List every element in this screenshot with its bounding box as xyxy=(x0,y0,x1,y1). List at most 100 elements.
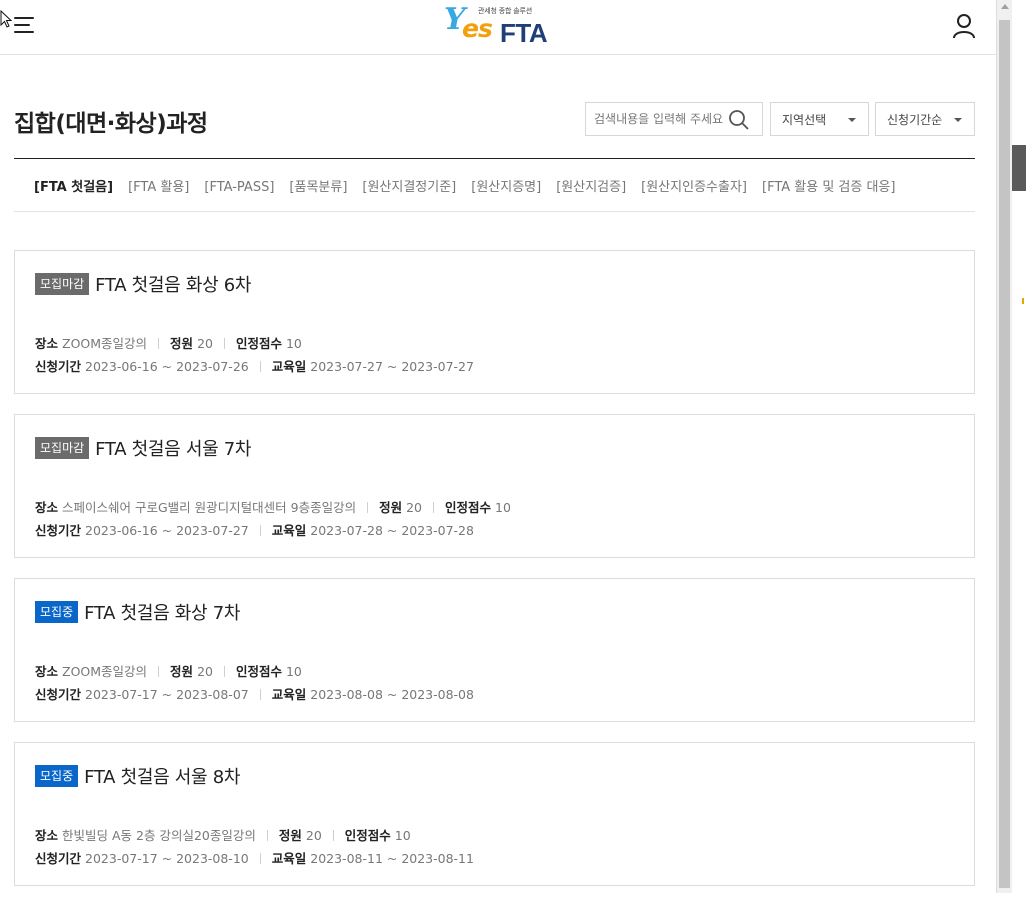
separator xyxy=(158,338,160,349)
points-value: 10 xyxy=(285,664,302,679)
capacity-label: 정원 xyxy=(170,336,194,351)
tab-0[interactable]: [FTA 첫걸음] xyxy=(34,176,113,195)
status-badge: 모집마감 xyxy=(35,437,90,459)
site-header: 관세청 종합 솔루션 Y es FTA xyxy=(0,0,996,55)
course-title[interactable]: FTA 첫걸음 화상 7차 xyxy=(84,599,240,625)
tab-3[interactable]: [품목분류] xyxy=(289,176,347,195)
edu-date-value: 2023-07-28 ~ 2023-07-28 xyxy=(310,523,474,538)
separator xyxy=(433,502,434,513)
points-label: 인정점수 xyxy=(235,664,282,679)
separator xyxy=(158,666,160,677)
separator xyxy=(259,689,261,700)
logo-es: es xyxy=(462,14,493,43)
tab-1[interactable]: [FTA 활용] xyxy=(128,176,189,195)
points-label: 인정점수 xyxy=(235,336,282,351)
course-card[interactable]: 모집마감 FTA 첫걸음 화상 6차 장소 ZOOM종일강의 정원 20 인정점수 10 신청기… xyxy=(14,250,975,394)
background-window-edge xyxy=(1012,0,1026,893)
edu-date-value: 2023-07-27 ~ 2023-07-27 xyxy=(310,359,474,374)
capacity-label: 정원 xyxy=(278,828,302,843)
region-select[interactable]: 지역선택 xyxy=(770,102,869,136)
apply-period-label: 신청기간 xyxy=(35,359,82,374)
search-icon[interactable] xyxy=(728,109,750,131)
points-value: 10 xyxy=(495,500,511,515)
capacity-label: 정원 xyxy=(379,500,403,515)
points-value: 10 xyxy=(285,336,302,351)
separator xyxy=(259,525,261,536)
apply-period-value: 2023-06-16 ~ 2023-07-26 xyxy=(85,359,249,374)
scroll-up-arrow-icon[interactable] xyxy=(1001,4,1009,9)
yesfta-logo[interactable]: 관세청 종합 솔루션 Y es FTA xyxy=(444,2,548,48)
sort-select[interactable]: 신청기간순 xyxy=(875,102,975,136)
scrollbar-thumb[interactable] xyxy=(999,20,1010,888)
capacity-value: 20 xyxy=(197,664,213,679)
course-card[interactable]: 모집중 FTA 첫걸음 화상 7차장소 ZOOM종일강의 정원 20 인정점수 10 신청기간… xyxy=(14,578,975,722)
search-box xyxy=(585,102,763,136)
edu-date-value: 2023-08-11 ~ 2023-08-11 xyxy=(310,851,474,866)
user-icon[interactable] xyxy=(950,12,978,40)
tab-2[interactable]: [FTA-PASS] xyxy=(204,180,274,195)
search-input[interactable] xyxy=(594,110,724,128)
course-card[interactable]: 모집마감 FTA 첫걸음 서울 7차장소 스페이스쉐어 구로G밸리 원광디지털대센터… xyxy=(14,414,975,558)
points-label: 인정점수 xyxy=(445,500,492,515)
separator xyxy=(259,853,261,864)
edu-date-label: 교육일 xyxy=(271,523,307,538)
apply-period-value: 2023-07-17 ~ 2023-08-10 xyxy=(85,851,249,866)
course-card[interactable]: 모집중 FTA 첫걸음 서울 8차장소 한빛빌딩 A동 2층 강의실20종일강의 정원… xyxy=(14,742,975,886)
logo-fta: FTA xyxy=(500,18,548,48)
apply-period-value: 2023-07-17 ~ 2023-08-07 xyxy=(85,687,249,702)
separator xyxy=(223,338,225,349)
course-date-line: 신청기간 2023-07-17 ~ 2023-08-07 교육일 2023-08-08… xyxy=(35,684,474,703)
apply-period-label: 신청기간 xyxy=(35,523,82,538)
page-title: 집합(대면·화상)과정 xyxy=(14,111,208,137)
course-date-line: 신청기간 2023-06-16 ~ 2023-07-26 교육일 2023-07-27… xyxy=(35,356,474,375)
place-value: ZOOM종일강의 xyxy=(62,664,148,679)
separator xyxy=(332,830,334,841)
points-value: 10 xyxy=(394,828,411,843)
tab-8[interactable]: [FTA 활용 및 검증 대응] xyxy=(762,176,895,195)
points-label: 인정점수 xyxy=(344,828,391,843)
sort-select-label: 신청기간순 xyxy=(887,113,943,127)
apply-period-label: 신청기간 xyxy=(35,851,82,866)
place-label: 장소 xyxy=(35,336,59,351)
category-tabs: [FTA 첫걸음] [FTA 활용] [FTA-PASS] [품목분류] [원산지결정기… xyxy=(14,158,975,212)
course-info-line: 장소 ZOOM종일강의 정원 20 인정점수 10 xyxy=(35,661,302,680)
place-label: 장소 xyxy=(35,500,59,515)
apply-period-value: 2023-06-16 ~ 2023-07-27 xyxy=(85,523,249,538)
place-label: 장소 xyxy=(35,664,59,679)
course-info-line: 장소 스페이스쉐어 구로G밸리 원광디지털대센터 9층종일강의 정원 20 인정점수 10 xyxy=(35,497,511,516)
edu-date-label: 교육일 xyxy=(271,359,307,374)
course-list: 모집마감 FTA 첫걸음 화상 6차 장소 ZOOM종일강의 정원 20 인정점수 10 신청기… xyxy=(14,250,975,906)
apply-period-label: 신청기간 xyxy=(35,687,82,702)
course-title[interactable]: FTA 첫걸음 서울 8차 xyxy=(84,763,240,789)
capacity-value: 20 xyxy=(406,500,422,515)
course-date-line: 신청기간 2023-06-16 ~ 2023-07-27 교육일 2023-07-28… xyxy=(35,520,474,539)
edu-date-value: 2023-08-08 ~ 2023-08-08 xyxy=(310,687,474,702)
separator xyxy=(223,666,225,677)
caret-down-icon xyxy=(954,118,962,122)
hamburger-menu-icon[interactable] xyxy=(12,14,38,38)
vertical-scrollbar[interactable] xyxy=(996,0,1012,893)
place-value: 스페이스쉐어 구로G밸리 원광디지털대센터 9층종일강의 xyxy=(62,500,357,515)
category-tabs-list: [FTA 첫걸음] [FTA 활용] [FTA-PASS] [품목분류] [원산지결정기… xyxy=(34,176,910,195)
separator xyxy=(367,502,369,513)
course-card-header: 모집마감 FTA 첫걸음 서울 7차 xyxy=(35,435,252,461)
tab-5[interactable]: [원산지증명] xyxy=(471,176,541,195)
mouse-cursor-icon xyxy=(0,10,12,28)
place-label: 장소 xyxy=(35,828,59,843)
caret-down-icon xyxy=(848,118,856,122)
course-title[interactable]: FTA 첫걸음 서울 7차 xyxy=(95,435,251,461)
edu-date-label: 교육일 xyxy=(271,851,307,866)
tab-7[interactable]: [원산지인증수출자] xyxy=(641,176,747,195)
place-value: 한빛빌딩 A동 2층 강의실20종일강의 xyxy=(62,828,256,843)
tab-6[interactable]: [원산지검증] xyxy=(556,176,626,195)
course-info-line: 장소 ZOOM종일강의 정원 20 인정점수 10 xyxy=(35,333,302,352)
course-date-line: 신청기간 2023-07-17 ~ 2023-08-10 교육일 2023-08-11… xyxy=(35,848,474,867)
course-title[interactable]: FTA 첫걸음 화상 6차 xyxy=(95,271,251,297)
course-info-line: 장소 한빛빌딩 A동 2층 강의실20종일강의 정원 20 인정점수 10 xyxy=(35,825,411,844)
separator xyxy=(266,830,268,841)
capacity-value: 20 xyxy=(305,828,322,843)
status-badge: 모집중 xyxy=(35,765,79,787)
tab-4[interactable]: [원산지결정기준] xyxy=(362,176,456,195)
course-card-header: 모집중 FTA 첫걸음 화상 7차 xyxy=(35,599,240,625)
capacity-label: 정원 xyxy=(170,664,194,679)
